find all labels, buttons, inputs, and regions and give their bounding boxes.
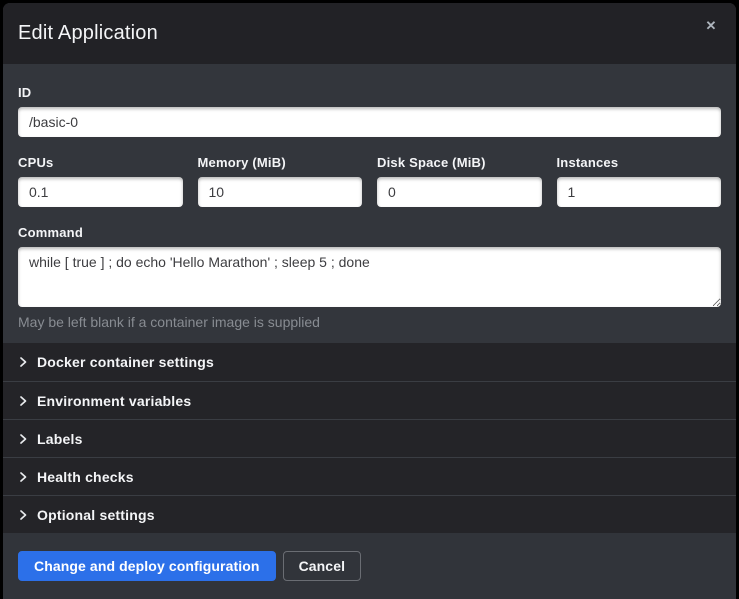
chevron-right-icon <box>18 433 28 445</box>
id-field-group: ID <box>18 85 721 137</box>
section-label: Environment variables <box>37 393 191 409</box>
chevron-right-icon <box>18 471 28 483</box>
instances-input[interactable] <box>557 177 722 207</box>
cancel-button[interactable]: Cancel <box>283 551 362 581</box>
command-label: Command <box>18 225 721 240</box>
section-label: Labels <box>37 431 83 447</box>
disk-field-group: Disk Space (MiB) <box>377 155 542 207</box>
section-environment-variables[interactable]: Environment variables <box>3 381 736 419</box>
memory-input[interactable] <box>198 177 363 207</box>
chevron-right-icon <box>18 395 28 407</box>
change-and-deploy-button[interactable]: Change and deploy configuration <box>18 551 276 581</box>
cpus-field-group: CPUs <box>18 155 183 207</box>
collapsible-sections: Docker container settings Environment va… <box>3 343 736 533</box>
section-docker-container-settings[interactable]: Docker container settings <box>3 343 736 381</box>
resources-row: CPUs Memory (MiB) Disk Space (MiB) Insta… <box>18 155 721 207</box>
edit-application-modal: Edit Application ✕ ID CPUs Memory (MiB) … <box>3 3 736 599</box>
section-optional-settings[interactable]: Optional settings <box>3 495 736 533</box>
command-hint: May be left blank if a container image i… <box>18 314 721 330</box>
instances-label: Instances <box>557 155 722 170</box>
section-label: Health checks <box>37 469 134 485</box>
disk-input[interactable] <box>377 177 542 207</box>
id-input[interactable] <box>18 107 721 137</box>
section-label: Optional settings <box>37 507 155 523</box>
close-button[interactable]: ✕ <box>700 15 722 37</box>
modal-footer: Change and deploy configuration Cancel <box>3 533 736 599</box>
memory-field-group: Memory (MiB) <box>198 155 363 207</box>
chevron-right-icon <box>18 509 28 521</box>
instances-field-group: Instances <box>557 155 722 207</box>
application-form: ID CPUs Memory (MiB) Disk Space (MiB) In… <box>3 64 736 343</box>
close-icon: ✕ <box>706 18 717 33</box>
modal-title: Edit Application <box>18 22 158 45</box>
memory-label: Memory (MiB) <box>198 155 363 170</box>
cpus-input[interactable] <box>18 177 183 207</box>
chevron-right-icon <box>18 356 28 368</box>
command-field-group: Command while [ true ] ; do echo 'Hello … <box>18 225 721 330</box>
section-health-checks[interactable]: Health checks <box>3 457 736 495</box>
disk-label: Disk Space (MiB) <box>377 155 542 170</box>
cpus-label: CPUs <box>18 155 183 170</box>
section-label: Docker container settings <box>37 354 214 370</box>
command-textarea[interactable]: while [ true ] ; do echo 'Hello Marathon… <box>18 247 721 307</box>
modal-header: Edit Application ✕ <box>3 3 736 64</box>
id-label: ID <box>18 85 721 100</box>
section-labels[interactable]: Labels <box>3 419 736 457</box>
